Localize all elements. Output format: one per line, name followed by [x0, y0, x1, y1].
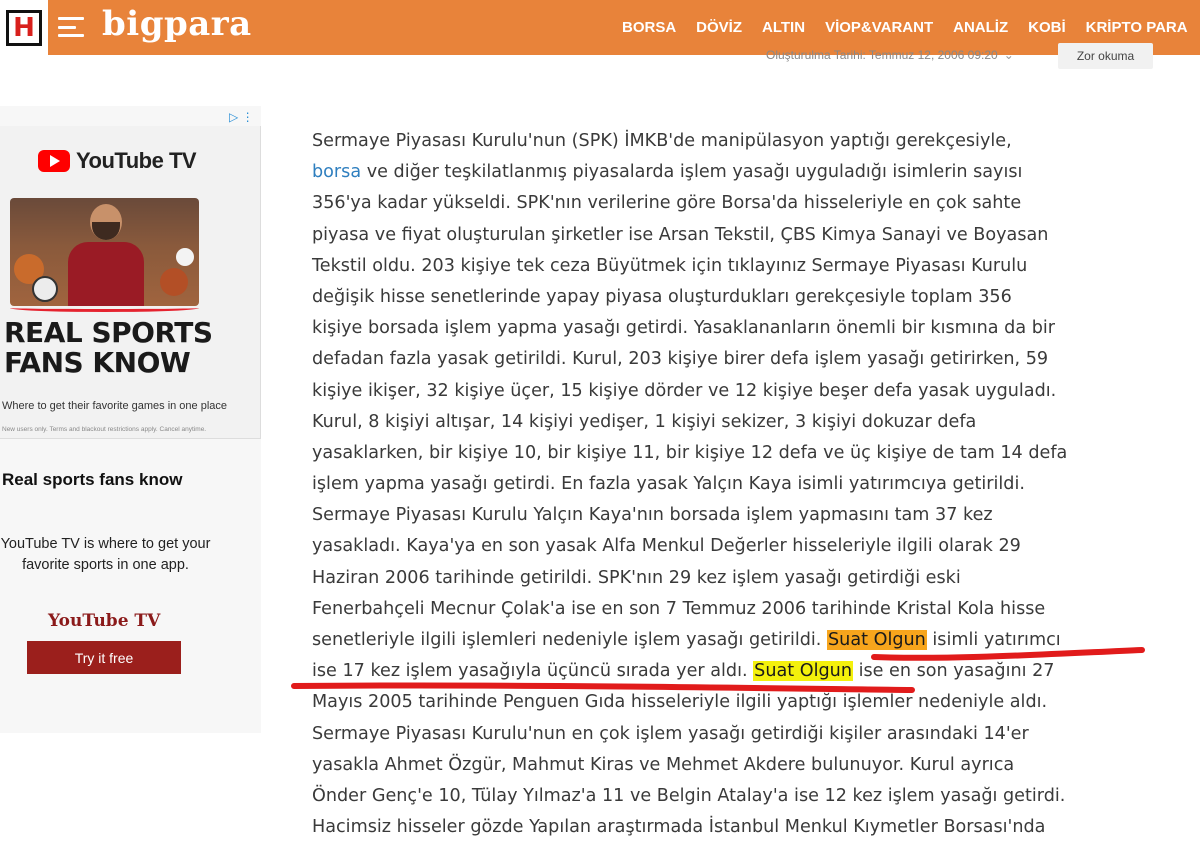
article-line: ise 17 kez işlem yasağıyla üçüncü sırada… — [312, 661, 1055, 682]
article-line: işlem yapma yasağı getirdi. En fazla yas… — [312, 474, 1025, 495]
ad-title[interactable]: Real sports fans know — [2, 470, 182, 490]
try-it-free-button[interactable]: Try it free — [27, 641, 181, 674]
ad-description: YouTube TV is where to get your favorite… — [0, 536, 211, 573]
highlighted-name: Suat Olgun — [753, 661, 853, 682]
borsa-link[interactable]: borsa — [312, 162, 361, 182]
nav-item-viop[interactable]: VİOP&VARANT — [815, 19, 943, 36]
article-line: Sermaye Piyasası Kurulu Yalçın Kaya'nın … — [312, 505, 993, 526]
article-line: Fenerbahçeli Mecnur Çolak'a ise en son 7… — [312, 598, 1046, 619]
nav-item-doviz[interactable]: DÖVİZ — [686, 19, 752, 36]
article-line: piyasa ve fiyat oluşturulan şirketler is… — [312, 224, 1049, 245]
ad-subheadline: Where to get their favorite games in one… — [2, 400, 228, 412]
article-line: Sermaye Piyasası Kurulu'nun en çok işlem… — [312, 723, 1029, 744]
article-line: kişiye borsada işlem yapma yasağı getird… — [312, 318, 1055, 339]
nav-item-altin[interactable]: ALTIN — [752, 19, 815, 36]
article-date-text: Oluşturulma Tarihi: Temmuz 12, 2006 09:2… — [766, 48, 998, 62]
article-line: yasaklarken, bir kişiye 10, bir kişiye 1… — [312, 442, 1068, 463]
ad-photo — [10, 198, 199, 306]
sidebar-ad[interactable]: ▷ ⋮ YouTube TV REAL SPORTS FANS KNOW Whe… — [0, 106, 261, 733]
nav-item-kobi[interactable]: KOBİ — [1018, 19, 1076, 36]
article-line: Sermaye Piyasası Kurulu'nun (SPK) İMKB'd… — [312, 131, 1012, 151]
article-line: yasakladı. Kaya'ya en son yasak Alfa Men… — [312, 536, 1021, 557]
article-line: kişiye ikişer, 32 kişiye üçer, 15 kişiye… — [312, 380, 1057, 401]
ad-choices-icon[interactable]: ▷ ⋮ — [229, 110, 254, 124]
article-line: Önder Genç'e 10, Tülay Yılmaz'a 11 ve Be… — [312, 785, 1066, 806]
article-line: Hacimsiz hisseler gözde Yapılan araştırm… — [312, 817, 1046, 838]
article-line: 356'ya kadar yükseldi. SPK'nın verilerin… — [312, 193, 1022, 214]
article-line: senetleriyle ilgili işlemleri nedeniyle … — [312, 630, 1061, 650]
article-line: defadan fazla yasak getirildi. Kurul, 20… — [312, 349, 1049, 370]
youtube-tv-logo-text: YouTube TV — [76, 148, 197, 173]
article-line: değişik hisse senetlerinde yapay piyasa … — [312, 286, 1012, 307]
article-line: borsa ve diğer teşkilatlanmış piyasalard… — [312, 162, 1023, 183]
chevron-down-icon[interactable]: ⌄ — [1004, 48, 1014, 62]
youtube-tv-logo: YouTube TV — [38, 148, 197, 174]
highlighted-name: Suat Olgun — [827, 630, 927, 650]
ad-brand-name[interactable]: YouTube TV — [48, 611, 160, 631]
logo-letter: H — [6, 9, 42, 46]
brand-logo[interactable]: bigpara — [102, 4, 252, 44]
youtube-play-icon — [38, 150, 70, 172]
nav-item-borsa[interactable]: BORSA — [612, 19, 686, 36]
article-line: Haziran 2006 tarihinde getirildi. SPK'nı… — [312, 567, 961, 588]
article-date: Oluşturulma Tarihi: Temmuz 12, 2006 09:2… — [766, 48, 1014, 62]
ad-image[interactable]: YouTube TV REAL SPORTS FANS KNOW Where t… — [0, 126, 261, 439]
read-mode-button[interactable]: Zor okuma — [1058, 43, 1153, 69]
article-line: yasakla Ahmet Özgür, Mahmut Kiras ve Meh… — [312, 754, 1015, 775]
nav-item-analiz[interactable]: ANALİZ — [943, 19, 1018, 36]
site-header: H bigpara BORSA DÖVİZ ALTIN VİOP&VARANT … — [0, 0, 1200, 55]
article-body: Sermaye Piyasası Kurulu'nun (SPK) İMKB'd… — [312, 126, 1152, 843]
article-line: Mayıs 2005 tarihinde Penguen Gıda hissel… — [312, 692, 1048, 713]
hurriyet-logo[interactable]: H — [0, 0, 48, 55]
red-swoosh — [10, 304, 199, 312]
ad-headline: REAL SPORTS FANS KNOW — [4, 316, 213, 379]
article-line: Kurul, 8 kişiyi altışar, 14 kişiyi yediş… — [312, 411, 977, 432]
article-line: Tekstil oldu. 203 kişiye tek ceza Büyütm… — [312, 255, 1028, 276]
ad-fine-print: New users only. Terms and blackout restr… — [2, 426, 207, 433]
hamburger-menu-icon[interactable] — [58, 17, 84, 37]
nav-item-kripto[interactable]: KRİPTO PARA — [1076, 19, 1198, 36]
